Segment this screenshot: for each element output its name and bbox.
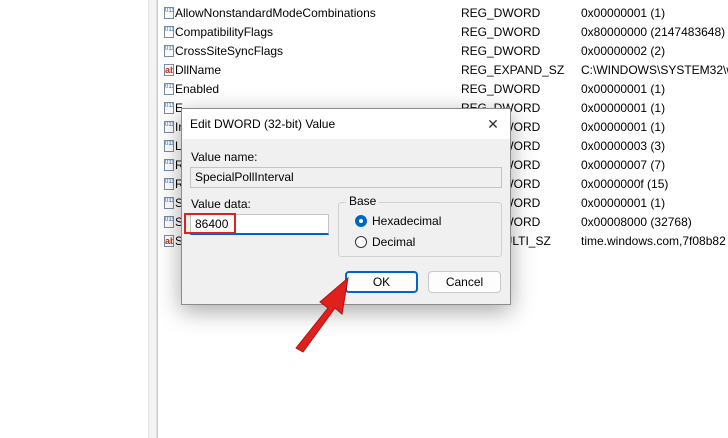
registry-row[interactable]: 011 CrossSiteSyncFlags REG_DWORD 0x00000002… xyxy=(162,42,728,61)
red-arrow-annotation xyxy=(295,276,349,353)
registry-value-name: CrossSiteSyncFlags xyxy=(175,44,284,58)
registry-value-data: time.windows.com,7f08b82 xyxy=(581,234,726,248)
radio-hexadecimal-indicator[interactable] xyxy=(355,215,367,227)
binary-value-icon: 011 xyxy=(164,197,174,209)
binary-value-icon: 011 xyxy=(164,159,174,171)
registry-value-data: 0x00000003 (3) xyxy=(581,139,666,153)
registry-value-data: 0x00000001 (1) xyxy=(581,196,666,210)
registry-value-type: REG_DWORD xyxy=(461,44,541,58)
registry-value-data: 0x00008000 (32768) xyxy=(581,215,692,229)
binary-value-icon: 011 xyxy=(164,102,174,114)
registry-value-data: 0x00000007 (7) xyxy=(581,158,666,172)
binary-value-icon: 011 xyxy=(164,121,174,133)
value-name-label: Value name: xyxy=(191,150,258,164)
binary-value-icon: 011 xyxy=(164,83,174,95)
registry-tree-pane[interactable] xyxy=(0,0,148,438)
value-data-label: Value data: xyxy=(191,197,251,211)
pane-splitter[interactable] xyxy=(148,0,157,438)
string-value-icon: ab xyxy=(164,235,174,247)
registry-value-data: 0x00000001 (1) xyxy=(581,120,666,134)
registry-value-data: 0x0000000f (15) xyxy=(581,177,669,191)
registry-row[interactable]: 011 CompatibilityFlags REG_DWORD 0x80000000… xyxy=(162,23,728,42)
radio-hexadecimal[interactable]: Hexadecimal xyxy=(355,213,475,229)
binary-value-icon: 011 xyxy=(164,26,174,38)
radio-decimal-label: Decimal xyxy=(372,235,416,249)
registry-value-data: C:\WINDOWS\SYSTEM32\w xyxy=(581,63,728,77)
string-value-icon: ab xyxy=(164,64,174,76)
binary-value-icon: 011 xyxy=(164,140,174,152)
registry-value-type: REG_DWORD xyxy=(461,6,541,20)
dialog-titlebar[interactable]: Edit DWORD (32-bit) Value ✕ xyxy=(182,109,510,139)
binary-value-icon: 011 xyxy=(164,7,174,19)
registry-row[interactable]: 011 AllowNonstandardModeCombinations REG_D… xyxy=(162,4,728,23)
registry-row[interactable]: 011 Enabled REG_DWORD 0x00000001 (1) xyxy=(162,80,728,99)
registry-value-data: 0x00000001 (1) xyxy=(581,82,666,96)
registry-value-type: REG_DWORD xyxy=(461,82,541,96)
radio-hexadecimal-label: Hexadecimal xyxy=(372,214,442,228)
registry-value-type: REG_EXPAND_SZ xyxy=(461,63,565,77)
registry-value-name: AllowNonstandardModeCombinations xyxy=(175,6,376,20)
registry-value-name: Enabled xyxy=(175,82,220,96)
value-data-text: 86400 xyxy=(195,217,229,231)
value-data-input[interactable]: 86400 xyxy=(190,214,329,235)
registry-row[interactable]: abDllName REG_EXPAND_SZ C:\WINDOWS\SYSTEM3… xyxy=(162,61,728,80)
registry-value-name: CompatibilityFlags xyxy=(175,25,274,39)
binary-value-icon: 011 xyxy=(164,45,174,57)
radio-decimal[interactable]: Decimal xyxy=(355,234,475,250)
pane-divider xyxy=(157,0,158,438)
registry-value-data: 0x00000001 (1) xyxy=(581,101,666,115)
cancel-button[interactable]: Cancel xyxy=(428,271,501,293)
registry-value-type: REG_DWORD xyxy=(461,25,541,39)
registry-value-data: 0x80000000 (2147483648) xyxy=(581,25,726,39)
value-name-field: SpecialPollInterval xyxy=(190,167,502,188)
registry-value-name: DllName xyxy=(175,63,222,77)
value-name-text: SpecialPollInterval xyxy=(195,170,294,184)
registry-value-data: 0x00000002 (2) xyxy=(581,44,666,58)
radio-decimal-indicator[interactable] xyxy=(355,236,367,248)
registry-value-data: 0x00000001 (1) xyxy=(581,6,666,20)
close-icon[interactable]: ✕ xyxy=(484,115,502,133)
binary-value-icon: 011 xyxy=(164,178,174,190)
base-group-title: Base xyxy=(346,194,380,208)
dialog-title: Edit DWORD (32-bit) Value xyxy=(190,117,336,131)
binary-value-icon: 011 xyxy=(164,216,174,228)
